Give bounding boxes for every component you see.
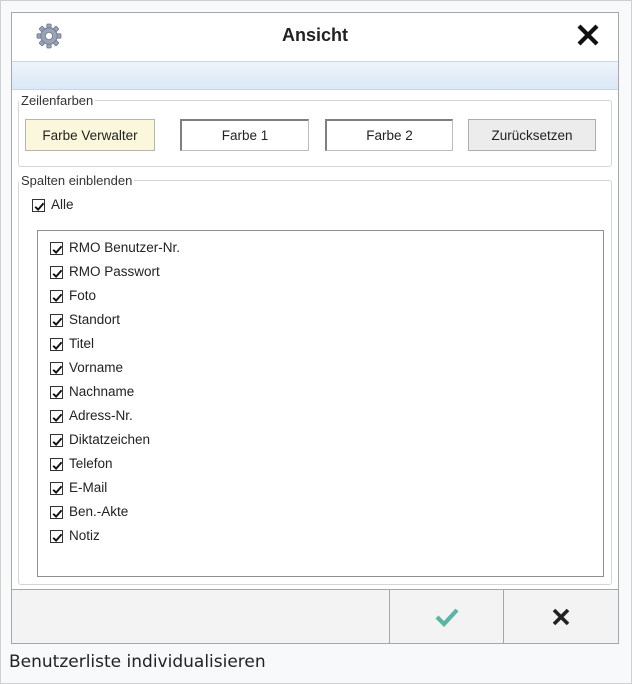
columns-listbox: RMO Benutzer-Nr. RMO Passwort Foto Standort… [37,230,604,577]
column-list-item[interactable]: Adress-Nr. [38,404,603,428]
title-bar: Ansicht [12,13,618,61]
checkmark-icon [52,437,63,446]
checkmark-icon [52,509,63,518]
checkmark-icon [34,202,45,211]
checkmark-icon [52,293,63,302]
column-checkbox[interactable] [50,410,63,423]
column-list-item[interactable]: Foto [38,284,603,308]
column-label: Titel [69,336,95,351]
column-list-item[interactable]: E-Mail [38,476,603,500]
column-label: Standort [69,312,121,327]
column-list-item[interactable]: Nachname [38,380,603,404]
column-list-item[interactable]: Notiz [38,524,603,548]
reset-button[interactable]: Zurücksetzen [468,119,596,151]
all-label: Alle [51,197,74,212]
checkmark-icon [52,389,63,398]
column-label: Vorname [69,360,124,375]
dialog-title: Ansicht [281,25,348,45]
checkmark-icon [52,413,63,422]
toolbar-stripe [12,61,618,90]
column-list-item[interactable]: Titel [38,332,603,356]
column-list-item[interactable]: Ben.-Akte [38,500,603,524]
figure-caption: Benutzerliste individualisieren [9,652,266,672]
column-checkbox[interactable] [50,314,63,327]
column-list-item[interactable]: Telefon [38,452,603,476]
checkmark-icon [52,245,63,254]
column-checkbox[interactable] [50,362,63,375]
color-2-button[interactable]: Farbe 2 [325,119,453,151]
dialog-footer [12,589,618,643]
column-checkbox[interactable] [50,506,63,519]
column-list-item[interactable]: RMO Passwort [38,260,603,284]
checkmark-icon [52,485,63,494]
checkmark-icon [52,365,63,374]
column-checkbox[interactable] [50,482,63,495]
cancel-button[interactable] [504,590,618,643]
checkmark-icon [435,608,459,627]
column-checkbox[interactable] [50,290,63,303]
figure-frame: Ansicht Zeilenfarben Farbe Verwalter Far… [0,0,632,684]
column-label: Notiz [69,528,100,543]
cross-icon [552,608,570,626]
column-label: RMO Passwort [69,264,160,279]
column-label: Foto [69,288,97,303]
column-checkbox[interactable] [50,266,63,279]
columns-legend: Spalten einblenden [21,173,133,188]
all-checkbox[interactable] [32,199,45,212]
column-list-item[interactable]: Standort [38,308,603,332]
footer-empty-cell [12,590,390,643]
color-1-button[interactable]: Farbe 1 [180,119,309,151]
row-colors-legend: Zeilenfarben [21,93,94,108]
column-list-item[interactable]: Diktatzeichen [38,428,603,452]
column-list-item[interactable]: RMO Benutzer-Nr. [38,236,603,260]
column-label: Diktatzeichen [69,432,151,447]
column-list-item[interactable]: Vorname [38,356,603,380]
checkmark-icon [52,317,63,326]
column-label: Adress-Nr. [69,408,133,423]
column-label: E-Mail [69,480,108,495]
column-checkbox[interactable] [50,386,63,399]
column-checkbox[interactable] [50,530,63,543]
column-label: Nachname [69,384,135,399]
checkmark-icon [52,533,63,542]
column-checkbox[interactable] [50,338,63,351]
view-settings-dialog: Ansicht Zeilenfarben Farbe Verwalter Far… [11,12,619,644]
column-checkbox[interactable] [50,434,63,447]
column-checkbox[interactable] [50,242,63,255]
ok-button[interactable] [390,590,504,643]
column-checkbox[interactable] [50,458,63,471]
column-label: RMO Benutzer-Nr. [69,240,181,255]
column-label: Telefon [69,456,113,471]
column-label: Ben.-Akte [69,504,129,519]
close-icon[interactable] [572,19,604,51]
checkmark-icon [52,341,63,350]
checkmark-icon [52,461,63,470]
manager-color-button[interactable]: Farbe Verwalter [25,119,155,151]
checkmark-icon [52,269,63,278]
